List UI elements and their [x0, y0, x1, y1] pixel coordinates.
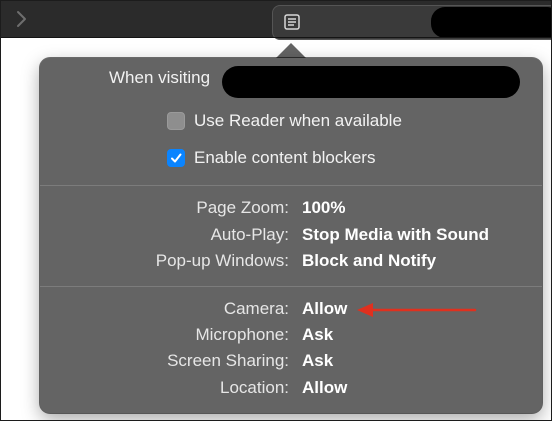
setting-row-location[interactable]: Location: Allow — [41, 378, 541, 400]
content-blockers-checkbox-row[interactable]: Enable content blockers — [167, 147, 375, 169]
content-blockers-checkbox[interactable] — [167, 149, 185, 167]
camera-value[interactable]: Allow — [302, 299, 347, 319]
setting-row-popup-windows[interactable]: Pop-up Windows: Block and Notify — [41, 251, 541, 273]
annotation-arrow-icon — [357, 303, 477, 317]
setting-label: Location: — [220, 378, 289, 397]
content-blockers-label: Enable content blockers — [194, 148, 376, 167]
screenshot-frame: When visiting Use Reader when available … — [0, 0, 552, 421]
browser-toolbar — [1, 1, 551, 40]
use-reader-checkbox-row[interactable]: Use Reader when available — [167, 110, 402, 132]
location-value[interactable]: Allow — [302, 378, 347, 398]
setting-row-page-zoom[interactable]: Page Zoom: 100% — [41, 198, 541, 220]
section-divider — [40, 286, 542, 287]
setting-label: Screen Sharing: — [167, 351, 289, 370]
section-divider — [40, 185, 542, 186]
popover-arrow — [275, 43, 307, 59]
use-reader-checkbox[interactable] — [167, 112, 185, 130]
visiting-label: When visiting — [109, 68, 211, 87]
setting-row-auto-play[interactable]: Auto-Play: Stop Media with Sound — [41, 225, 541, 247]
setting-label: Page Zoom: — [196, 198, 289, 217]
auto-play-value[interactable]: Stop Media with Sound — [302, 225, 489, 245]
setting-label: Pop-up Windows: — [155, 251, 289, 270]
setting-label: Microphone: — [195, 325, 289, 344]
screen-sharing-value[interactable]: Ask — [302, 351, 333, 371]
setting-label: Camera: — [223, 299, 289, 318]
setting-row-screen-sharing[interactable]: Screen Sharing: Ask — [41, 351, 541, 373]
use-reader-label: Use Reader when available — [194, 111, 402, 130]
setting-label: Auto-Play: — [210, 225, 289, 244]
setting-row-microphone[interactable]: Microphone: Ask — [41, 325, 541, 347]
toolbar-divider — [1, 37, 551, 38]
redacted-url — [431, 7, 551, 38]
page-zoom-value[interactable]: 100% — [302, 198, 345, 218]
popup-windows-value[interactable]: Block and Notify — [302, 251, 436, 271]
chevron-left-icon[interactable] — [14, 10, 28, 28]
redacted-domain — [222, 66, 520, 98]
reader-icon[interactable] — [283, 13, 301, 31]
microphone-value[interactable]: Ask — [302, 325, 333, 345]
checkmark-icon — [171, 153, 182, 163]
